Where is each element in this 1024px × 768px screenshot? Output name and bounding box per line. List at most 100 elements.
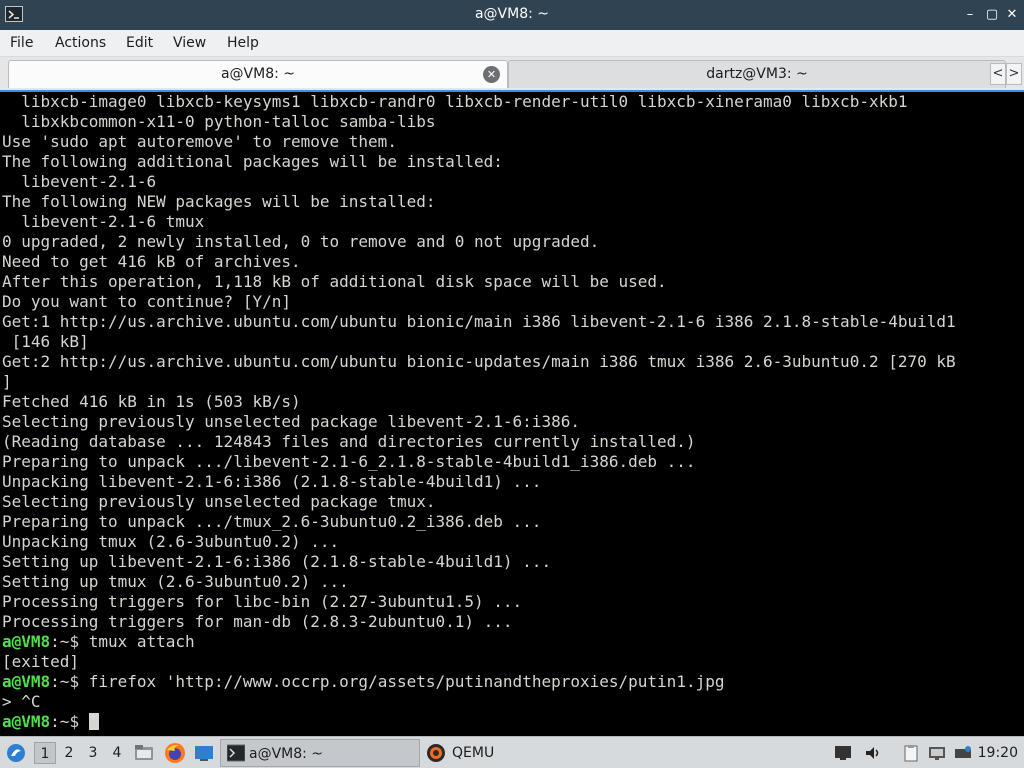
task-label: QEMU	[452, 745, 495, 761]
terminal-text: > ^C	[2, 692, 41, 711]
menu-file[interactable]: File	[10, 35, 33, 51]
terminal-line: After this operation, 1,118 kB of additi…	[0, 272, 1024, 292]
terminal-text: libxcb-image0 libxcb-keysyms1 libxcb-ran…	[2, 92, 908, 111]
terminal-line: Selecting previously unselected package …	[0, 412, 1024, 432]
terminal-line: ]	[0, 372, 1024, 392]
terminal-text: Unpacking libevent-2.1-6:i386 (2.1.8-sta…	[2, 472, 542, 491]
terminal-text: ]	[2, 372, 12, 391]
terminal-line: Unpacking tmux (2.6-3ubuntu0.2) ...	[0, 532, 1024, 552]
prompt-user-host: a@VM8	[2, 712, 51, 731]
terminal-line: The following additional packages will b…	[0, 152, 1024, 172]
terminal-text: tmux attach	[79, 632, 195, 651]
terminal-text: Processing triggers for libc-bin (2.27-3…	[2, 592, 523, 611]
workspace-2[interactable]: 2	[58, 742, 80, 764]
terminal-line: [146 kB]	[0, 332, 1024, 352]
terminal-text: Preparing to unpack .../libevent-2.1-6_2…	[2, 452, 696, 471]
lxqt-start-icon[interactable]	[6, 743, 26, 763]
keyboard-icon[interactable]	[954, 744, 972, 762]
terminal-text: Setting up tmux (2.6-3ubuntu0.2) ...	[2, 572, 349, 591]
menu-help[interactable]: Help	[227, 35, 259, 51]
terminal-line: libevent-2.1-6 tmux	[0, 212, 1024, 232]
terminal-cursor	[88, 713, 99, 730]
terminal-text: Get:2 http://us.archive.ubuntu.com/ubunt…	[2, 352, 956, 371]
terminal-text: Preparing to unpack .../tmux_2.6-3ubuntu…	[2, 512, 542, 531]
close-button[interactable]: ✕	[1004, 7, 1020, 23]
terminal-line: libxcb-image0 libxcb-keysyms1 libxcb-ran…	[0, 92, 1024, 112]
close-icon: ✕	[1006, 7, 1018, 22]
terminal-line: (Reading database ... 124843 files and d…	[0, 432, 1024, 452]
tab-label: a@VM8: ~	[220, 66, 296, 82]
terminal-output[interactable]: libxcb-image0 libxcb-keysyms1 libxcb-ran…	[0, 90, 1024, 736]
task-qemu[interactable]: QEMU	[424, 739, 624, 767]
terminal-text: [exited]	[2, 652, 80, 671]
terminal-text: Do you want to continue? [Y/n]	[2, 292, 291, 311]
terminal-text: Need to get 416 kB of archives.	[2, 252, 301, 271]
terminal-line: [exited]	[0, 652, 1024, 672]
terminal-text: [146 kB]	[2, 332, 89, 351]
terminal-text: The following additional packages will b…	[2, 152, 503, 171]
workspace-1[interactable]: 1	[34, 742, 56, 764]
prompt-user-host: a@VM8	[2, 672, 51, 691]
terminal-text: The following NEW packages will be insta…	[2, 192, 436, 211]
prompt-user-host: a@VM8	[2, 632, 51, 651]
terminal-text: (Reading database ... 124843 files and d…	[2, 432, 696, 451]
terminal-line: libxkbcommon-x11-0 python-talloc samba-l…	[0, 112, 1024, 132]
workspace-3[interactable]: 3	[82, 742, 104, 764]
tab-scroll-right-icon[interactable]: >	[1006, 63, 1022, 85]
terminal-line: libevent-2.1-6	[0, 172, 1024, 192]
clipboard-icon[interactable]	[902, 744, 920, 762]
screen-icon[interactable]	[834, 744, 852, 762]
menu-actions[interactable]: Actions	[55, 35, 106, 51]
maximize-button[interactable]: ▢	[984, 7, 1000, 23]
terminal-line: Setting up libevent-2.1-6:i386 (2.1.8-st…	[0, 552, 1024, 572]
terminal-text: Selecting previously unselected package …	[2, 412, 580, 431]
window-titlebar[interactable]: a@VM8: ~ – ▢ ✕	[0, 0, 1024, 30]
terminal-text: Use 'sudo apt autoremove' to remove them…	[2, 132, 397, 151]
volume-icon[interactable]	[864, 744, 882, 762]
terminal-line: Need to get 416 kB of archives.	[0, 252, 1024, 272]
prompt-path: :~$	[50, 672, 80, 691]
maximize-icon: ▢	[985, 7, 999, 22]
network-icon[interactable]	[928, 744, 946, 762]
tab-dartz-vm3[interactable]: dartz@VM3: ~	[508, 60, 1006, 88]
terminal-line: Selecting previously unselected package …	[0, 492, 1024, 512]
terminal-line: Do you want to continue? [Y/n]	[0, 292, 1024, 312]
terminal-text: Unpacking tmux (2.6-3ubuntu0.2) ...	[2, 532, 340, 551]
workspace-4[interactable]: 4	[106, 742, 128, 764]
terminal-prompt-line: a@VM8:~$ tmux attach	[0, 632, 1024, 652]
terminal-text: Selecting previously unselected package …	[2, 492, 436, 511]
tab-close-icon[interactable]: ✕	[483, 66, 500, 83]
terminal-text: libevent-2.1-6	[2, 172, 157, 191]
tab-a-vm8[interactable]: a@VM8: ~ ✕	[8, 60, 508, 88]
menu-view[interactable]: View	[173, 35, 206, 51]
terminal-text: After this operation, 1,118 kB of additi…	[2, 272, 667, 291]
terminal-line: Preparing to unpack .../libevent-2.1-6_2…	[0, 452, 1024, 472]
terminal-text: Get:1 http://us.archive.ubuntu.com/ubunt…	[2, 312, 956, 331]
terminal-text: firefox 'http://www.occrp.org/assets/put…	[79, 672, 725, 691]
terminal-line: Get:2 http://us.archive.ubuntu.com/ubunt…	[0, 352, 1024, 372]
desktop-icon[interactable]	[194, 743, 214, 763]
terminal-prompt-line: a@VM8:~$ firefox 'http://www.occrp.org/a…	[0, 672, 1024, 692]
task-terminal[interactable]: a@VM8: ~	[220, 739, 420, 767]
terminal-line: 0 upgraded, 2 newly installed, 0 to remo…	[0, 232, 1024, 252]
menu-edit[interactable]: Edit	[126, 35, 153, 51]
firefox-icon[interactable]	[164, 742, 186, 764]
terminal-text: Fetched 416 kB in 1s (503 kB/s)	[2, 392, 301, 411]
qemu-icon	[426, 743, 446, 763]
terminal-prompt-line: a@VM8:~$	[0, 712, 1024, 732]
menu-bar: File Actions Edit View Help	[0, 30, 1024, 57]
prompt-path: :~$	[50, 632, 80, 651]
terminal-line: Preparing to unpack .../tmux_2.6-3ubuntu…	[0, 512, 1024, 532]
tab-label: dartz@VM3: ~	[706, 66, 808, 82]
minimize-button[interactable]: –	[962, 7, 978, 23]
terminal-line: Fetched 416 kB in 1s (503 kB/s)	[0, 392, 1024, 412]
terminal-text: Processing triggers for man-db (2.8.3-2u…	[2, 612, 513, 631]
clock[interactable]: 19:20	[978, 737, 1018, 768]
file-manager-icon[interactable]	[134, 743, 154, 763]
tab-bar: a@VM8: ~ ✕ dartz@VM3: ~	[0, 57, 1024, 90]
terminal-line: Processing triggers for man-db (2.8.3-2u…	[0, 612, 1024, 632]
tab-scroll-left-icon[interactable]: <	[990, 63, 1006, 85]
terminal-line: Get:1 http://us.archive.ubuntu.com/ubunt…	[0, 312, 1024, 332]
terminal-line: Processing triggers for libc-bin (2.27-3…	[0, 592, 1024, 612]
